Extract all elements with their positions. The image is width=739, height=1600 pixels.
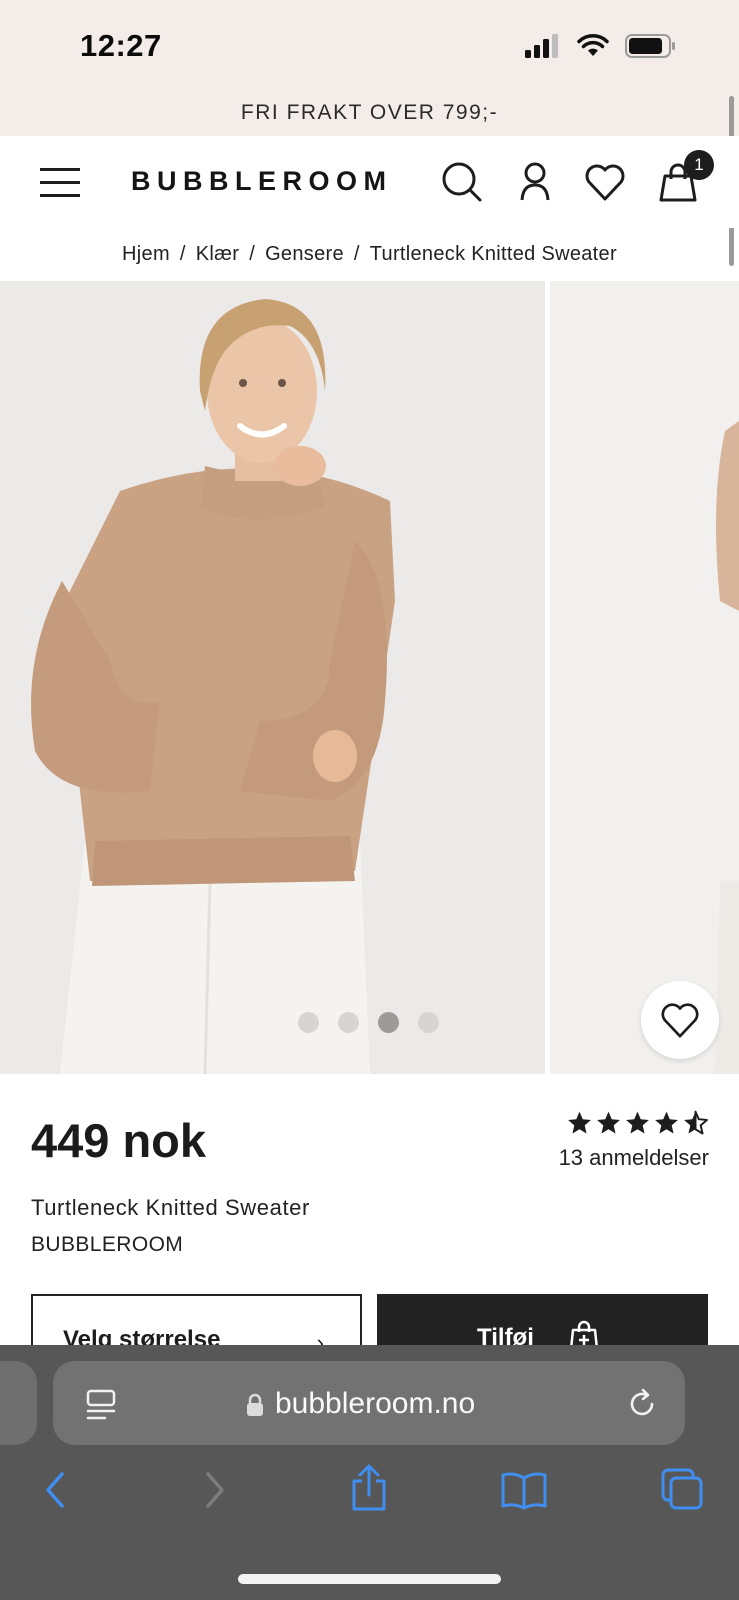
battery-icon: [625, 34, 675, 58]
tabs-icon[interactable]: [660, 1467, 704, 1511]
menu-button[interactable]: [40, 164, 82, 200]
heart-icon: [585, 164, 625, 201]
browser-toolbar: bubbleroom.no: [0, 1345, 739, 1600]
lock-icon: [247, 1393, 263, 1416]
breadcrumb-item-clothes[interactable]: Klær: [196, 243, 239, 266]
wishlist-button[interactable]: [583, 160, 627, 204]
home-indicator: [238, 1574, 501, 1584]
url-text[interactable]: bubbleroom.no: [275, 1387, 475, 1421]
product-name: Turtleneck Knitted Sweater: [31, 1195, 310, 1220]
star-icon: [597, 1111, 620, 1134]
menu-icon: [40, 168, 80, 171]
star-icon: [626, 1111, 649, 1134]
reader-mode-icon[interactable]: [83, 1387, 119, 1423]
forward-icon[interactable]: [200, 1470, 230, 1510]
gallery-dot[interactable]: [418, 1012, 439, 1033]
breadcrumb-item-home[interactable]: Hjem: [122, 243, 170, 266]
menu-icon-line: [40, 181, 80, 184]
search-icon: [442, 162, 482, 202]
product-gallery[interactable]: [0, 281, 739, 1074]
gallery-dot[interactable]: [338, 1012, 359, 1033]
product-image[interactable]: [0, 281, 545, 1074]
menu-icon-line: [40, 194, 80, 197]
account-button[interactable]: [513, 160, 557, 204]
star-icon: [655, 1111, 678, 1134]
previous-tab-peek[interactable]: [0, 1361, 37, 1445]
breadcrumb-separator: /: [353, 242, 360, 265]
breadcrumb-item-current: Turtleneck Knitted Sweater: [369, 242, 617, 265]
heart-icon: [661, 1003, 699, 1038]
back-icon[interactable]: [40, 1470, 70, 1510]
search-button[interactable]: [440, 160, 484, 204]
gallery-dot[interactable]: [298, 1012, 319, 1033]
model-photo-next: [550, 281, 739, 1074]
status-time: 12:27: [80, 28, 162, 63]
reload-icon[interactable]: [625, 1387, 659, 1421]
cellular-signal-icon: [525, 34, 558, 58]
promo-banner: FRI FRAKT OVER 799;-: [0, 90, 739, 136]
breadcrumb: Hjem / Klær / Gensere / Turtleneck Knitt…: [0, 228, 739, 280]
wifi-icon: [577, 34, 609, 56]
site-logo[interactable]: BUBBLEROOM: [131, 166, 393, 197]
gallery-dot-active[interactable]: [378, 1012, 399, 1033]
bookmarks-icon[interactable]: [500, 1470, 548, 1510]
star-icon: [568, 1111, 591, 1134]
product-price: 449 nok: [31, 1114, 207, 1167]
breadcrumb-separator: /: [179, 242, 186, 265]
breadcrumb-item-sweaters[interactable]: Gensere: [265, 243, 344, 266]
model-photo: [0, 281, 545, 1074]
rating-stars[interactable]: [566, 1110, 709, 1136]
cart-button[interactable]: 1: [656, 150, 714, 204]
reviews-count[interactable]: 13 anmeldelser: [559, 1145, 709, 1171]
user-icon: [520, 162, 550, 201]
address-bar[interactable]: bubbleroom.no: [53, 1361, 685, 1445]
share-icon[interactable]: [348, 1463, 390, 1513]
product-image-next[interactable]: [550, 281, 739, 1074]
cart-count-badge: 1: [684, 150, 714, 180]
breadcrumb-separator: /: [249, 242, 256, 265]
gallery-pagination: [298, 1012, 439, 1033]
half-star-icon: [684, 1110, 708, 1135]
status-bar: 12:27: [0, 0, 739, 90]
add-to-wishlist-button[interactable]: [641, 981, 719, 1059]
product-brand[interactable]: BUBBLEROOM: [31, 1233, 183, 1257]
status-icons: [525, 34, 677, 58]
site-header: BUBBLEROOM 1: [0, 136, 739, 228]
